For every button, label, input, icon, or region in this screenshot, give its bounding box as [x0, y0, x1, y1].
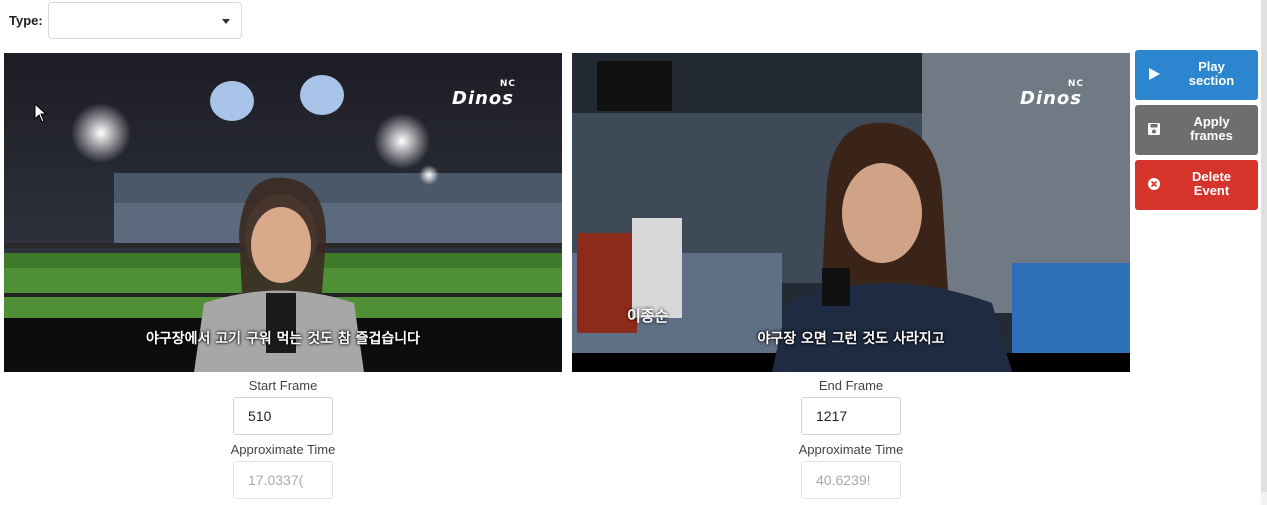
mouse-cursor-icon: [34, 103, 48, 123]
start-time-input: 17.0337(: [233, 461, 333, 499]
close-circle-icon: [1148, 178, 1160, 190]
start-frame-preview: Dinos NC 야구장에서 고기 구워 먹는 것도 참 즐겁습니다: [4, 53, 562, 372]
start-time-label: Approximate Time: [230, 442, 336, 457]
scrollbar-thumb[interactable]: [1261, 0, 1267, 492]
start-frame-input[interactable]: 510: [233, 397, 333, 435]
chevron-down-icon[interactable]: [222, 19, 230, 24]
apply-frames-button[interactable]: Apply frames: [1135, 105, 1258, 155]
video-subtitle: 야구장에서 고기 구워 먹는 것도 참 즐겁습니다: [146, 331, 420, 347]
page-scrollbar[interactable]: [1261, 0, 1267, 505]
start-frame-label: Start Frame: [248, 378, 318, 393]
end-frame-label: End Frame: [818, 378, 884, 393]
type-label: Type:: [9, 13, 43, 28]
play-icon: [1149, 68, 1160, 80]
delete-event-button[interactable]: Delete Event: [1135, 160, 1258, 210]
end-frame-input[interactable]: 1217: [801, 397, 901, 435]
video-subtitle: 야구장 오면 그런 것도 사라지고: [757, 331, 945, 347]
end-frame-preview: Dinos NC 이종순 야구장 오면 그런 것도 사라지고: [572, 53, 1130, 372]
save-icon: [1148, 123, 1160, 135]
speaker-caption: 이종순: [627, 307, 669, 325]
play-section-button[interactable]: Play section: [1135, 50, 1258, 100]
dinos-logo: Dinos NC: [452, 79, 517, 109]
dinos-logo: Dinos NC: [1020, 79, 1085, 109]
type-select[interactable]: [48, 2, 242, 39]
end-time-input: 40.6239!: [801, 461, 901, 499]
end-time-label: Approximate Time: [798, 442, 904, 457]
